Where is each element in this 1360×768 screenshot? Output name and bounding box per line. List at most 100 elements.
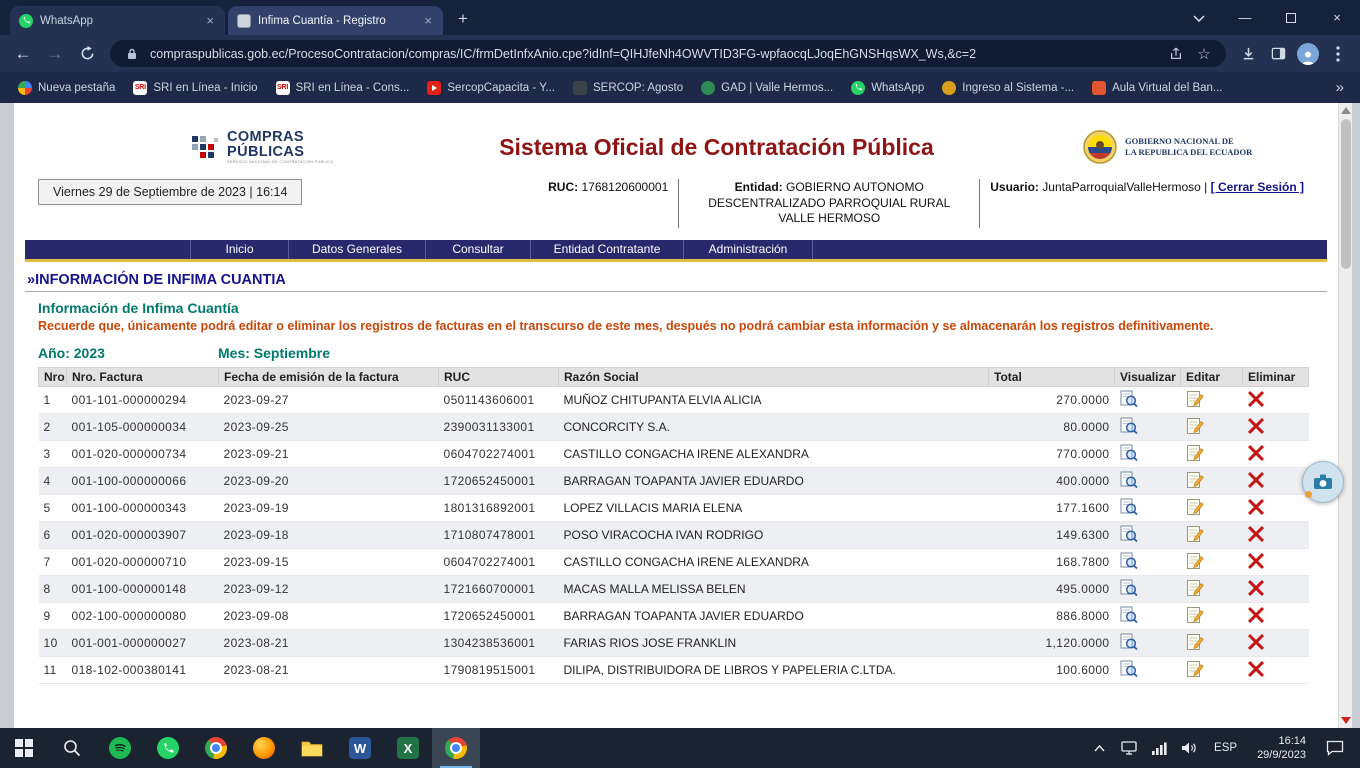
scrollbar-thumb[interactable] [1341, 119, 1351, 269]
eliminar-button[interactable] [1248, 634, 1264, 650]
menu-inicio[interactable]: Inicio [190, 240, 288, 259]
notification-center-icon[interactable] [1318, 728, 1352, 768]
visualizar-button[interactable] [1120, 552, 1138, 570]
bookmark-sri-consultas[interactable]: SRI SRI en Línea - Cons... [268, 77, 418, 99]
bookmark-gad-valle-hermoso[interactable]: GAD | Valle Hermos... [693, 77, 841, 99]
eliminar-button[interactable] [1248, 607, 1264, 623]
scroll-up-arrow-icon[interactable] [1341, 107, 1351, 114]
visualizar-button[interactable] [1120, 660, 1138, 678]
editar-button[interactable] [1186, 579, 1204, 597]
menu-consultar[interactable]: Consultar [425, 240, 530, 259]
scroll-down-arrow-icon[interactable] [1341, 717, 1351, 724]
floating-capture-widget[interactable] [1302, 461, 1344, 503]
download-icon[interactable] [1234, 40, 1262, 68]
visualizar-button[interactable] [1120, 525, 1138, 543]
cerrar-sesion-link[interactable]: [ Cerrar Sesión ] [1211, 180, 1304, 194]
editar-button[interactable] [1186, 552, 1204, 570]
cell-total: 400.0000 [989, 468, 1115, 495]
tab-close-icon[interactable]: × [204, 13, 216, 28]
bookmark-sri-inicio[interactable]: SRI SRI en Línea - Inicio [125, 77, 265, 99]
visualizar-button[interactable] [1120, 498, 1138, 516]
editar-button[interactable] [1186, 498, 1204, 516]
visualizar-button[interactable] [1120, 633, 1138, 651]
tab-close-icon[interactable]: × [422, 13, 434, 28]
bookmark-sercop-agosto[interactable]: SERCOP: Agosto [565, 77, 691, 99]
hidden-icons-chevron[interactable] [1086, 728, 1112, 768]
bookmark-aula-virtual[interactable]: Aula Virtual del Ban... [1084, 77, 1230, 99]
visualizar-button[interactable] [1120, 390, 1138, 408]
bookmark-ingreso-sistema[interactable]: Ingreso al Sistema -... [934, 77, 1082, 99]
eliminar-button[interactable] [1248, 553, 1264, 569]
minimize-button[interactable]: — [1222, 0, 1268, 35]
editar-button[interactable] [1186, 471, 1204, 489]
bookmark-star-icon[interactable]: ☆ [1194, 45, 1214, 63]
speaker-icon[interactable] [1176, 728, 1202, 768]
eliminar-button[interactable] [1248, 391, 1264, 407]
new-tab-button[interactable]: + [450, 6, 476, 32]
close-button[interactable]: × [1314, 0, 1360, 35]
taskbar-spotify[interactable] [96, 728, 144, 768]
start-button[interactable] [0, 728, 48, 768]
bookmark-nueva-pestana[interactable]: Nueva pestaña [10, 77, 123, 99]
table-row: 7 001-020-000000710 2023-09-15 060470227… [39, 549, 1309, 576]
editar-button[interactable] [1186, 525, 1204, 543]
editar-button[interactable] [1186, 660, 1204, 678]
page-scrollbar[interactable] [1338, 103, 1352, 728]
menu-datos-generales[interactable]: Datos Generales [288, 240, 425, 259]
menu-entidad-contratante[interactable]: Entidad Contratante [530, 240, 683, 259]
eliminar-button[interactable] [1248, 499, 1264, 515]
bookmark-whatsapp[interactable]: WhatsApp [843, 77, 932, 99]
taskbar-word[interactable]: W [336, 728, 384, 768]
clock[interactable]: 16:14 29/9/2023 [1249, 734, 1314, 763]
back-button[interactable]: ← [8, 39, 38, 69]
eliminar-button[interactable] [1248, 445, 1264, 461]
eliminar-button[interactable] [1248, 580, 1264, 596]
eliminar-button[interactable] [1248, 661, 1264, 677]
eliminar-button[interactable] [1248, 526, 1264, 542]
editar-button[interactable] [1186, 417, 1204, 435]
taskbar-firefox[interactable] [240, 728, 288, 768]
visualizar-button[interactable] [1120, 579, 1138, 597]
taskbar-chrome-active[interactable] [432, 728, 480, 768]
bookmarks-overflow-chevron[interactable]: » [1330, 79, 1350, 96]
cell-total: 80.0000 [989, 414, 1115, 441]
table-row: 5 001-100-000000343 2023-09-19 180131689… [39, 495, 1309, 522]
browser-menu-icon[interactable] [1324, 40, 1352, 68]
refresh-button[interactable] [72, 39, 102, 69]
editar-button[interactable] [1186, 606, 1204, 624]
editar-button[interactable] [1186, 633, 1204, 651]
menu-administracion[interactable]: Administración [683, 240, 813, 259]
chrome-icon [205, 737, 227, 759]
editar-button[interactable] [1186, 444, 1204, 462]
visualizar-button[interactable] [1120, 606, 1138, 624]
visualizar-button[interactable] [1120, 471, 1138, 489]
bookmark-sercopcapacita[interactable]: SercopCapacita - Y... [419, 77, 563, 99]
tab-infima-cuantia[interactable]: Infima Cuantía - Registro × [228, 6, 443, 35]
taskbar-chrome[interactable] [192, 728, 240, 768]
cell-nro: 11 [39, 657, 67, 684]
cell-razon-social: MUÑOZ CHITUPANTA ELVIA ALICIA [559, 387, 989, 414]
visualizar-button[interactable] [1120, 417, 1138, 435]
taskbar-whatsapp[interactable] [144, 728, 192, 768]
tab-whatsapp[interactable]: WhatsApp × [10, 6, 225, 35]
taskbar-search-button[interactable] [48, 728, 96, 768]
tab-title: WhatsApp [40, 15, 197, 27]
language-indicator[interactable]: ESP [1206, 742, 1245, 754]
side-panel-icon[interactable] [1264, 40, 1292, 68]
taskbar-excel[interactable]: X [384, 728, 432, 768]
forward-button[interactable]: → [40, 39, 70, 69]
eliminar-button[interactable] [1248, 472, 1264, 488]
share-icon[interactable] [1166, 47, 1186, 61]
address-bar[interactable]: compraspublicas.gob.ec/ProcesoContrataci… [110, 40, 1226, 67]
taskbar-file-explorer[interactable] [288, 728, 336, 768]
visualizar-button[interactable] [1120, 444, 1138, 462]
display-icon[interactable] [1116, 728, 1142, 768]
eliminar-button[interactable] [1248, 418, 1264, 434]
windows-logo-icon [15, 739, 33, 757]
maximize-button[interactable] [1268, 0, 1314, 35]
network-icon[interactable] [1146, 728, 1172, 768]
profile-avatar[interactable] [1294, 40, 1322, 68]
editar-button[interactable] [1186, 390, 1204, 408]
tab-search-chevron-icon[interactable] [1176, 0, 1222, 35]
sri-favicon: SRI [276, 81, 290, 95]
